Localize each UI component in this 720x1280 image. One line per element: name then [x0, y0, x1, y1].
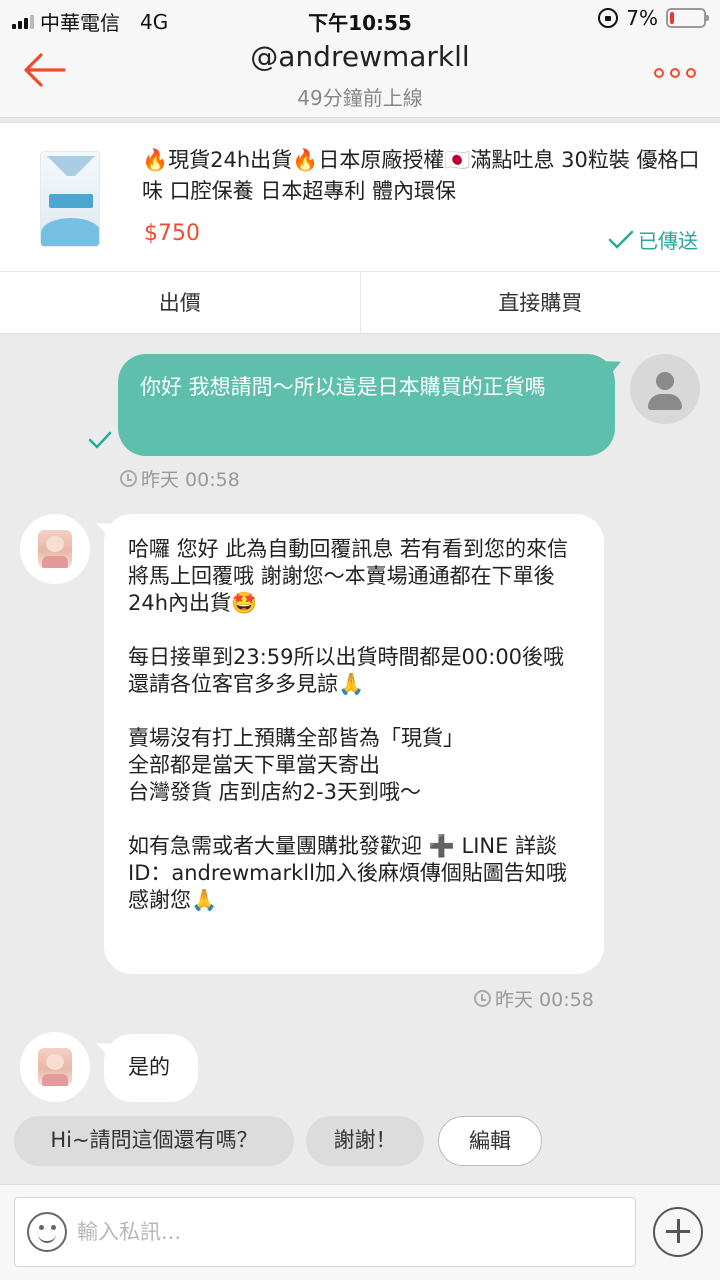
message-text: 你好 我想請問～所以這是日本購買的正貨嗎 — [140, 375, 546, 399]
make-offer-button[interactable]: 出價 — [0, 272, 360, 333]
message-bubble-incoming[interactable]: 哈囉 您好 此為自動回覆訊息 若有看到您的來信將馬上回覆哦 謝謝您～本賣場通通都… — [104, 514, 604, 974]
user-icon — [656, 372, 674, 390]
sent-label: 已傳送 — [638, 229, 698, 253]
more-dot-icon — [670, 68, 680, 78]
message-input-bar — [0, 1184, 720, 1280]
product-price: $750 — [144, 221, 200, 246]
product-thumbnail[interactable] — [40, 151, 100, 247]
sent-status: 已傳送 — [608, 225, 698, 254]
message-paragraph: 哈囉 您好 此為自動回覆訊息 若有看到您的來信將馬上回覆哦 謝謝您～本賣場通通都… — [128, 537, 569, 615]
message-input-box[interactable] — [14, 1197, 636, 1267]
quick-reply-button[interactable]: Hi~請問這個還有嗎？ — [14, 1116, 294, 1166]
message-paragraph: 賣場沒有打上預購全部皆為「現貨」 全部都是當天下單當天寄出 台灣發貨 店到店約2… — [128, 726, 464, 804]
add-attachment-button[interactable] — [653, 1207, 703, 1257]
quick-reply-button[interactable]: 謝謝！ — [306, 1116, 424, 1166]
more-options-button[interactable] — [654, 68, 696, 78]
check-icon — [608, 230, 634, 249]
clock-icon — [120, 470, 137, 487]
chat-username: @andrewmarkll — [250, 40, 470, 73]
seller-photo — [38, 530, 72, 568]
edit-quick-replies-button[interactable]: 編輯 — [438, 1116, 542, 1166]
product-name: 🔥現貨24h出貨🔥日本原廠授權🇯🇵滿點吐息 30粒裝 優格口味 口腔保養 日本超… — [142, 148, 700, 203]
message-paragraph: 每日接單到23:59所以出貨時間都是00:00後哦 還請各位客官多多見諒🙏 — [128, 645, 565, 696]
message-bubble-outgoing[interactable]: 你好 我想請問～所以這是日本購買的正貨嗎 — [118, 354, 615, 456]
more-dot-icon — [686, 68, 696, 78]
message-timestamp: 昨天 00:58 — [120, 465, 240, 492]
product-card[interactable]: 🔥現貨24h出貨🔥日本原廠授權🇯🇵滿點吐息 30粒裝 優格口味 口腔保養 日本超… — [0, 122, 720, 334]
clock-icon — [474, 990, 491, 1007]
message-text: 是的 — [128, 1055, 170, 1079]
more-dot-icon — [654, 68, 664, 78]
seller-avatar[interactable] — [20, 1032, 90, 1102]
read-check-icon — [88, 431, 112, 449]
emoji-icon[interactable] — [27, 1212, 67, 1252]
battery-icon — [666, 8, 709, 28]
buy-now-button[interactable]: 直接購買 — [359, 272, 720, 333]
product-actions: 出價 直接購買 — [0, 271, 720, 333]
message-paragraph: 如有急需或者大量團購批發歡迎 ➕ LINE 詳談 ID：andrewmarkll… — [128, 834, 567, 912]
battery-percent: 7% — [626, 6, 658, 30]
chat-header: @andrewmarkll 49分鐘前上線 — [0, 38, 720, 118]
seller-photo — [38, 1048, 72, 1086]
message-input[interactable] — [77, 1212, 617, 1252]
seller-avatar[interactable] — [20, 514, 90, 584]
status-bar: 中華電信 4G 下午10:55 7% — [0, 0, 720, 38]
avatar[interactable] — [630, 354, 700, 424]
rotation-lock-icon — [598, 8, 619, 28]
message-bubble-incoming[interactable]: 是的 — [104, 1034, 198, 1102]
message-timestamp: 昨天 00:58 — [474, 985, 594, 1012]
last-online: 49分鐘前上線 — [297, 86, 423, 110]
